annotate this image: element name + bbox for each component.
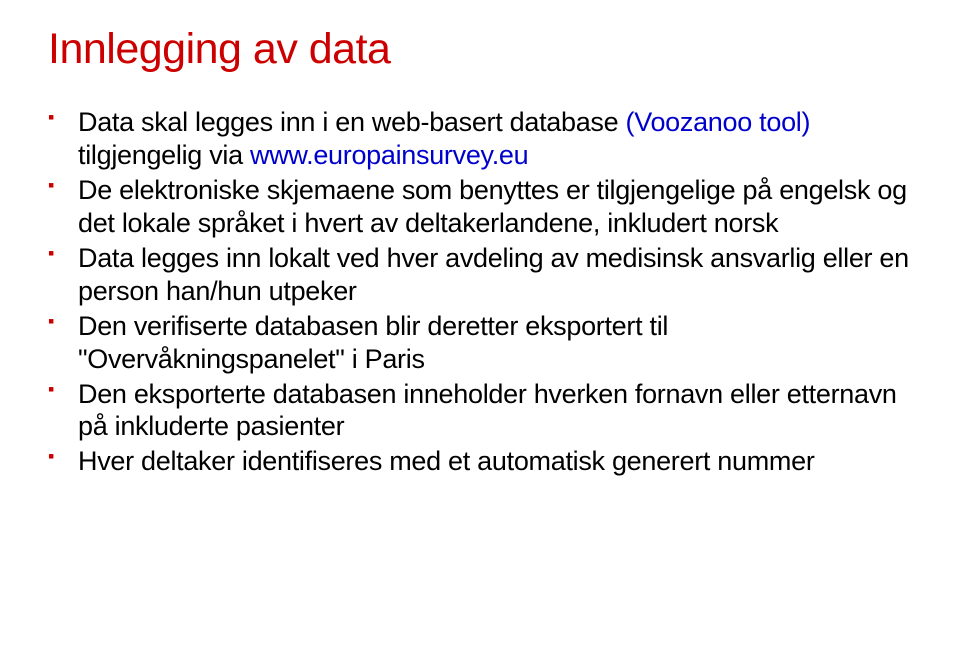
body-text: Data legges inn lokalt ved hver avdeling… xyxy=(78,243,909,306)
body-text: De elektroniske skjemaene som benyttes e… xyxy=(78,175,907,238)
list-item: De elektroniske skjemaene som benyttes e… xyxy=(48,174,912,240)
body-text: tilgjengelig via xyxy=(78,140,250,170)
list-item: Den verifiserte databasen blir deretter … xyxy=(48,310,912,376)
body-text: Den verifiserte databasen blir deretter … xyxy=(78,311,668,374)
list-item: Hver deltaker identifiseres med et autom… xyxy=(48,445,912,478)
body-text: Den eksporterte databasen inneholder hve… xyxy=(78,379,897,442)
slide-title: Innlegging av data xyxy=(48,25,912,74)
list-item: Data skal legges inn i en web-basert dat… xyxy=(48,106,912,172)
accent-text: (Voozanoo tool) xyxy=(626,107,811,137)
bullet-list: Data skal legges inn i en web-basert dat… xyxy=(48,106,912,478)
list-item: Den eksporterte databasen inneholder hve… xyxy=(48,378,912,444)
body-text: Hver deltaker identifiseres med et autom… xyxy=(78,446,815,476)
body-text: Data skal legges inn i en web-basert dat… xyxy=(78,107,626,137)
accent-text: www.europainsurvey.eu xyxy=(250,140,528,170)
list-item: Data legges inn lokalt ved hver avdeling… xyxy=(48,242,912,308)
